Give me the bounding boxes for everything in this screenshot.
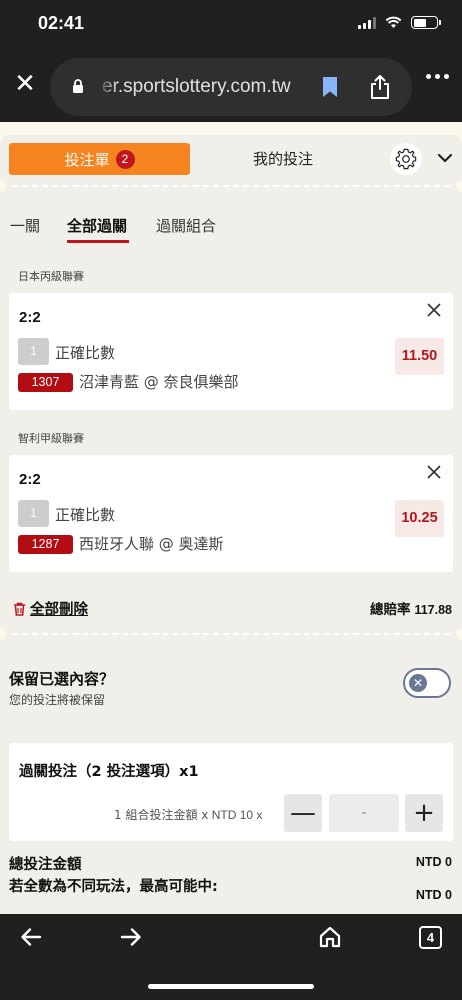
total-odds: 總賠率 117.88 (370, 598, 452, 618)
tabs-count-button[interactable]: 4 (419, 926, 442, 949)
remove-selection-icon[interactable] (427, 465, 441, 479)
total-stake-label: 總投注金額 (9, 857, 82, 873)
status-time: 02:41 (38, 13, 85, 33)
tab-my-bets[interactable]: 我的投注 (218, 143, 348, 175)
url-fade (96, 72, 118, 102)
subtab-single[interactable]: 一關 (10, 215, 40, 236)
selection-score: 2:2 (19, 471, 41, 488)
page-content: 投注單 2 我的投注 一關 全部過關 過關組合 日本丙級聯賽 2:2 1 正確比… (0, 122, 462, 915)
back-arrow-icon[interactable] (20, 926, 42, 948)
selection-card: 2:2 1 正確比數 1307 沼津青藍 @ 奈良俱樂部 11.50 (9, 293, 453, 410)
betslip-count-badge: 2 (115, 149, 135, 169)
status-bar: 02:41 (0, 0, 462, 50)
delete-all-button[interactable]: 全部刪除 (13, 598, 88, 619)
delete-all-label: 全部刪除 (30, 602, 88, 618)
tab-betslip-label: 投注單 (64, 150, 110, 169)
total-stake-value: NTD 0 (415, 855, 452, 869)
league-name: 日本丙級聯賽 (18, 270, 84, 283)
selection-card: 2:2 1 正確比數 1287 西班牙人聯 @ 奥達斯 10.25 (9, 455, 453, 572)
odds-value: 10.25 (395, 500, 444, 537)
league-name: 智利甲級聯賽 (18, 432, 84, 445)
max-win-label: 若全數為不同玩法，最高可能中: (9, 879, 218, 895)
share-icon[interactable] (368, 74, 392, 100)
parlay-title: 過關投注（2 投注選項）x1 (19, 764, 199, 780)
signal-icon (358, 16, 376, 29)
market-name: 正確比數 (55, 506, 116, 524)
parlay-bet-card: 過關投注（2 投注選項）x1 1 組合投注金額 x NTD 10 x — - + (9, 743, 453, 841)
odds-value: 11.50 (395, 338, 444, 375)
forward-arrow-icon[interactable] (120, 926, 142, 948)
max-win-value: NTD 0 (415, 888, 452, 902)
subtab-all-parlay[interactable]: 全部過關 (67, 215, 127, 236)
betslip-panel: 投注單 2 我的投注 一關 全部過關 過關組合 日本丙級聯賽 2:2 1 正確比… (0, 135, 462, 915)
stake-input[interactable]: - (329, 794, 399, 832)
selection-score: 2:2 (19, 309, 41, 326)
url-text: er.sportslottery.com.tw (102, 76, 291, 97)
game-number-badge: 1287 (18, 535, 73, 554)
keep-selections-toggle[interactable]: ✕ (403, 668, 451, 698)
status-icons (358, 16, 441, 29)
stake-prefix: 1 組合投注金額 x (114, 808, 209, 822)
dashed-divider (0, 180, 462, 192)
battery-icon (411, 16, 441, 29)
decrease-stake-button[interactable]: — (284, 794, 322, 832)
toggle-off-icon: ✕ (409, 674, 427, 692)
remove-selection-icon[interactable] (427, 303, 441, 317)
settings-button[interactable] (390, 143, 422, 175)
active-subtab-indicator (67, 240, 129, 243)
keep-selections-title: 保留已選內容？ (9, 670, 115, 688)
total-odds-label: 總賠率 (369, 602, 411, 618)
stake-label: 1 組合投注金額 x NTD 10 x (114, 806, 262, 823)
home-icon[interactable] (318, 925, 342, 949)
game-number-badge: 1307 (18, 373, 73, 392)
browser-bottom-bar: 4 (0, 914, 462, 1000)
subtab-parlay-combo[interactable]: 過關組合 (156, 215, 216, 236)
selection-number: 1 (18, 500, 49, 527)
trash-icon (14, 602, 25, 616)
dashed-divider (0, 628, 462, 640)
bookmark-icon[interactable] (322, 76, 338, 98)
home-indicator (148, 984, 314, 989)
lock-icon (73, 79, 83, 93)
market-name: 正確比數 (55, 344, 116, 362)
stake-suffix: NTD 10 x (211, 808, 263, 822)
total-odds-value: 117.88 (414, 603, 452, 617)
close-tab-button[interactable]: ✕ (13, 71, 37, 97)
increase-stake-button[interactable]: + (405, 794, 443, 832)
address-bar[interactable]: er.sportslottery.com.tw (50, 58, 412, 116)
more-menu-button[interactable] (426, 74, 449, 79)
gear-icon (395, 148, 417, 170)
chevron-down-icon[interactable] (437, 152, 453, 164)
wifi-icon (385, 16, 402, 28)
match-teams: 沼津青藍 @ 奈良俱樂部 (79, 373, 239, 391)
tab-betslip[interactable]: 投注單 2 (9, 143, 190, 175)
selection-number: 1 (18, 338, 49, 365)
keep-selections-subtitle: 您的投注將被保留 (9, 693, 106, 707)
match-teams: 西班牙人聯 @ 奥達斯 (79, 535, 224, 553)
browser-toolbar: ✕ er.sportslottery.com.tw (0, 50, 462, 122)
